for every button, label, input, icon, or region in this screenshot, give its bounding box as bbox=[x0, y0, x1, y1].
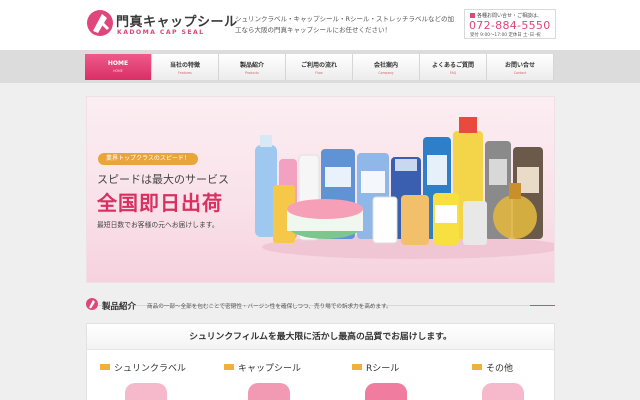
product-lineup-image bbox=[255, 117, 554, 259]
nav-sublabel: FAQ bbox=[449, 71, 457, 75]
section-title: 製品紹介 bbox=[102, 302, 137, 312]
main-nav: HOME HOME 当社の特徴 Features 製品紹介 Products ご利用の… bbox=[85, 54, 555, 80]
tag-icon bbox=[352, 364, 362, 370]
square-icon bbox=[470, 13, 475, 18]
nav-sublabel: Products bbox=[245, 71, 259, 75]
hero-title: 全国即日出荷 bbox=[97, 191, 223, 215]
nav-faq[interactable]: よくあるご質問 FAQ bbox=[420, 54, 487, 80]
nav-label: ご利用の流れ bbox=[300, 62, 337, 69]
nav-sublabel: Features bbox=[178, 71, 192, 75]
category-label: その他 bbox=[486, 364, 514, 374]
section-description: 商品の一部～全部を包むことで密閉性・バージン性を確保しつつ、売り場での訴求力を高… bbox=[147, 304, 392, 310]
product-thumbnail[interactable] bbox=[125, 383, 167, 400]
nav-label: 製品紹介 bbox=[239, 62, 264, 69]
nav-label: よくあるご質問 bbox=[431, 62, 474, 69]
tag-icon bbox=[224, 364, 234, 370]
tag-icon bbox=[472, 364, 482, 370]
nav-label: お問い合せ bbox=[504, 62, 535, 69]
nav-company[interactable]: 会社案内 Company bbox=[353, 54, 420, 80]
nav-products[interactable]: 製品紹介 Products bbox=[219, 54, 286, 80]
nav-sublabel: Company bbox=[378, 71, 394, 75]
phone-number[interactable]: 072-884-5550 bbox=[469, 19, 551, 32]
hero-subtitle: スピードは最大のサービス bbox=[97, 173, 229, 186]
category-label: Rシール bbox=[366, 364, 400, 374]
nav-label: 会社案内 bbox=[373, 62, 398, 69]
header-tagline: シュリンクラベル・キャップシール・Rシール・ストレッチラベルなどの加工なら大阪の… bbox=[235, 15, 455, 34]
site-header: 門真キャップシール KADOMA CAP SEAL シュリンクラベル・キャップシ… bbox=[0, 0, 640, 50]
nav-sublabel: Flow bbox=[315, 71, 323, 75]
logo-subtext: KADOMA CAP SEAL bbox=[117, 29, 205, 36]
nav-sublabel: Contact bbox=[513, 71, 527, 75]
business-hours: 受付 9:00～17:00 定休日 土･日･祝 bbox=[470, 33, 541, 38]
product-thumbnail[interactable] bbox=[365, 383, 407, 400]
product-thumbnail[interactable] bbox=[248, 383, 290, 400]
nav-label: HOME bbox=[107, 60, 129, 67]
category-label: キャップシール bbox=[238, 364, 302, 374]
nav-features[interactable]: 当社の特徴 Features bbox=[152, 54, 219, 80]
tag-icon bbox=[100, 364, 110, 370]
nav-sublabel: HOME bbox=[113, 69, 123, 73]
logo-mark-icon bbox=[86, 298, 98, 310]
logo-mark-icon bbox=[87, 10, 113, 36]
hero-banner: 業界トップクラスのスピード！ スピードは最大のサービス 全国即日出荷 最短日数で… bbox=[86, 96, 555, 283]
site-logo[interactable]: 門真キャップシール KADOMA CAP SEAL bbox=[86, 9, 237, 41]
hero-badge: 業界トップクラスのスピード！ bbox=[98, 153, 198, 165]
hero-description: 最短日数でお客様の元へお届けします。 bbox=[97, 221, 219, 229]
nav-home[interactable]: HOME HOME bbox=[85, 54, 152, 80]
category-label: シュリンクラベル bbox=[114, 364, 187, 374]
panel-heading: シュリンクフィルムを最大限に活かし最高の品質でお届けします。 bbox=[87, 324, 554, 350]
nav-label: 当社の特徴 bbox=[169, 62, 200, 69]
logo-text: 門真キャップシール bbox=[116, 15, 238, 30]
product-thumbnail[interactable] bbox=[482, 383, 524, 400]
nav-contact[interactable]: お問い合せ Contact bbox=[487, 54, 554, 80]
contact-box: 各種お問い合せ・ご相談は、 072-884-5550 受付 9:00～17:00… bbox=[464, 9, 556, 39]
nav-flow[interactable]: ご利用の流れ Flow bbox=[286, 54, 353, 80]
section-divider-accent bbox=[530, 305, 555, 306]
